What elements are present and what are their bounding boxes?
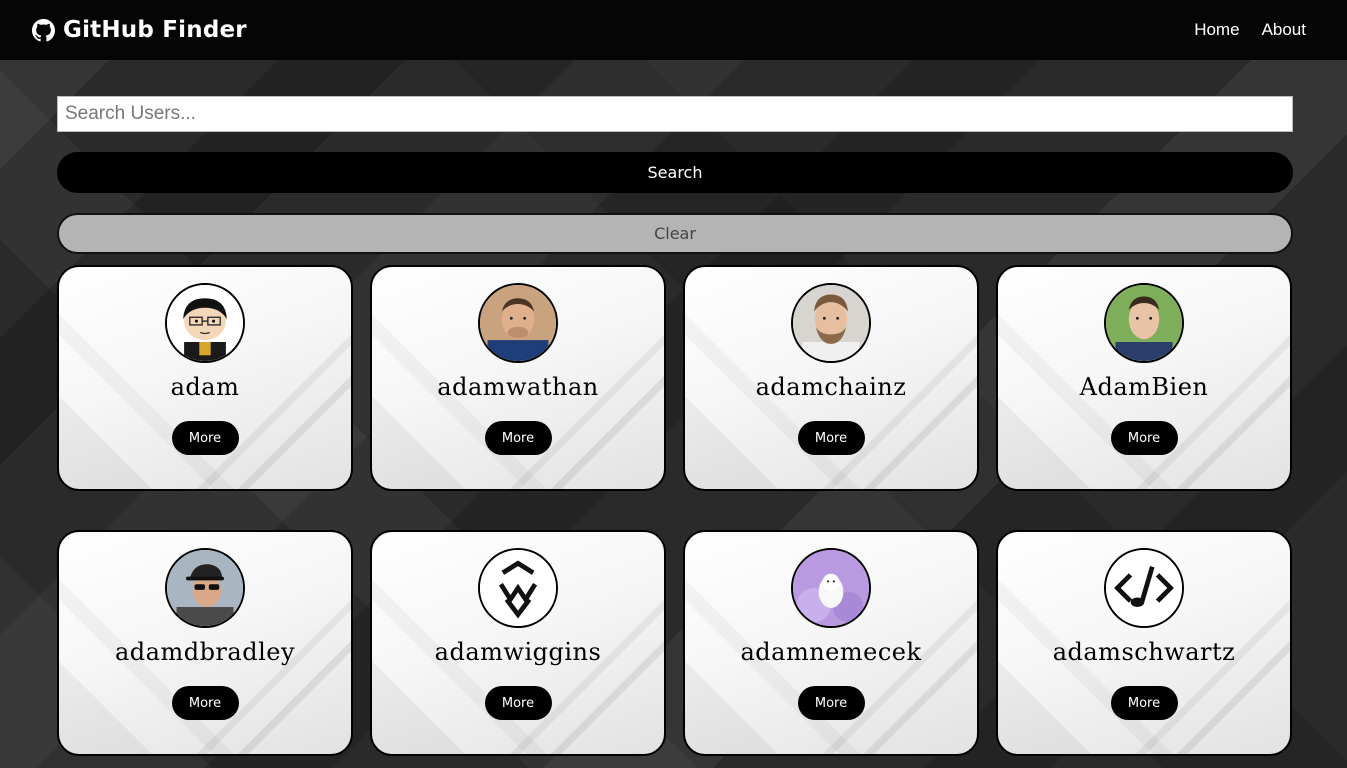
user-card: adamchainz More: [683, 265, 979, 491]
username: adamwathan: [437, 373, 599, 401]
user-card: adamwathan More: [370, 265, 666, 491]
more-button[interactable]: More: [1110, 421, 1178, 455]
avatar: [165, 283, 245, 363]
avatar: [478, 548, 558, 628]
username: adam: [170, 373, 240, 401]
user-card: AdamBien More: [996, 265, 1292, 491]
nav-home-link[interactable]: Home: [1194, 20, 1239, 40]
user-card: adamnemecek More: [683, 530, 979, 756]
more-button[interactable]: More: [484, 421, 552, 455]
navbar: GitHub Finder Home About: [0, 0, 1347, 60]
user-card: adamschwartz More: [996, 530, 1292, 756]
clear-button[interactable]: Clear: [57, 213, 1293, 254]
avatar: [478, 283, 558, 363]
more-button[interactable]: More: [484, 686, 552, 720]
more-button[interactable]: More: [797, 686, 865, 720]
avatar: [791, 548, 871, 628]
app-title: GitHub Finder: [63, 17, 247, 43]
more-button[interactable]: More: [171, 686, 239, 720]
username: adamdbradley: [114, 638, 296, 666]
username: adamchainz: [755, 373, 907, 401]
user-card: adam More: [57, 265, 353, 491]
search-button[interactable]: Search: [57, 152, 1293, 193]
username: adamschwartz: [1052, 638, 1236, 666]
username: adamwiggins: [434, 638, 602, 666]
nav-links: Home About: [1194, 20, 1306, 40]
avatar: [791, 283, 871, 363]
more-button[interactable]: More: [797, 421, 865, 455]
avatar: [1104, 283, 1184, 363]
more-button[interactable]: More: [171, 421, 239, 455]
more-button[interactable]: More: [1110, 686, 1178, 720]
username: adamnemecek: [740, 638, 922, 666]
nav-about-link[interactable]: About: [1262, 20, 1306, 40]
user-card: adamwiggins More: [370, 530, 666, 756]
brand[interactable]: GitHub Finder: [32, 17, 247, 43]
username: AdamBien: [1079, 373, 1209, 401]
search-input[interactable]: [57, 96, 1293, 132]
user-card: adamdbradley More: [57, 530, 353, 756]
avatar: [1104, 548, 1184, 628]
github-icon: [32, 18, 55, 42]
avatar: [165, 548, 245, 628]
